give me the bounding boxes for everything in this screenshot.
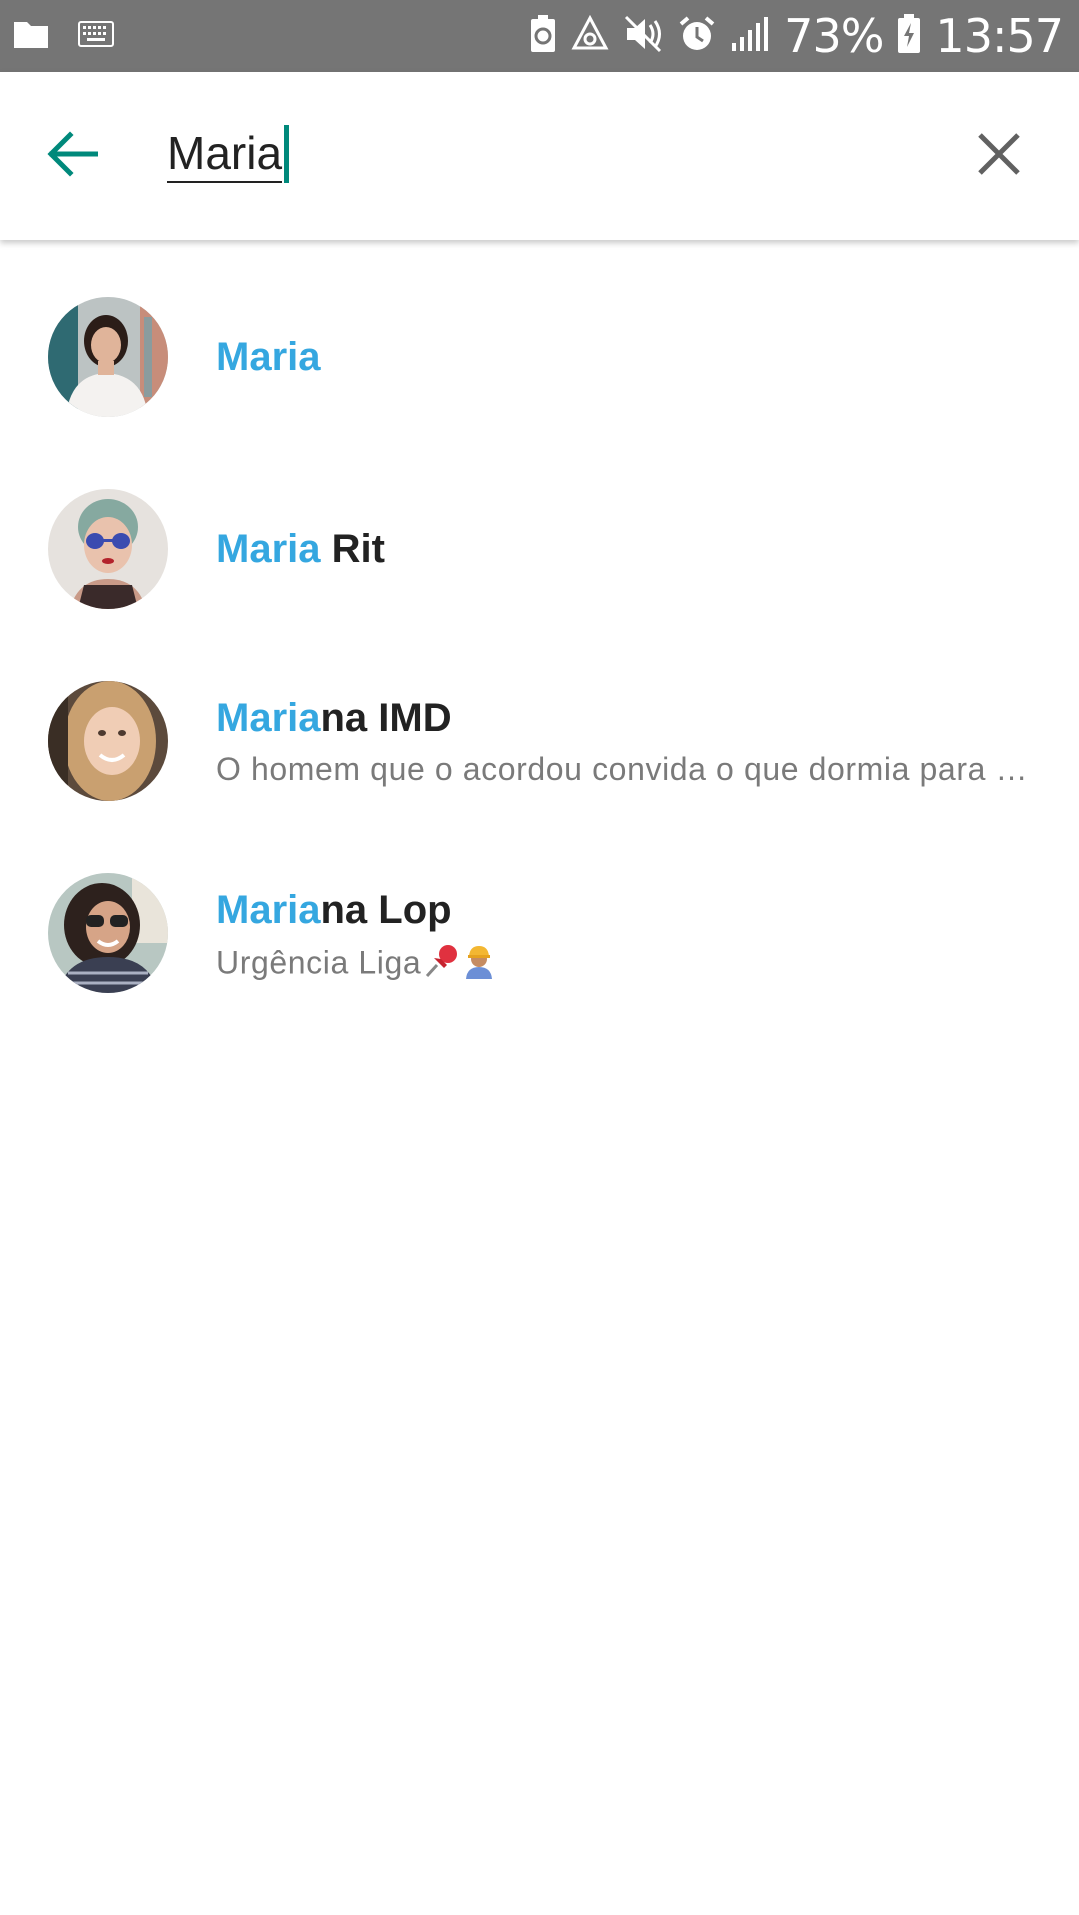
search-results-list: Maria Maria Rit Mariana IMD O homem que …: [0, 240, 1079, 1008]
back-button[interactable]: [36, 120, 108, 192]
search-input-text[interactable]: Maria: [167, 125, 283, 183]
pushpin-icon: [423, 943, 459, 987]
search-bar: Maria: [0, 72, 1079, 240]
name-match-highlight: Maria: [216, 527, 321, 571]
contact-row[interactable]: Maria Rit: [0, 432, 1079, 624]
name-match-highlight: Maria: [216, 696, 321, 740]
contact-row[interactable]: Mariana IMD O homem que o acordou convid…: [0, 624, 1079, 816]
text-caret: [284, 125, 290, 183]
name-match-highlight: Maria: [216, 335, 321, 379]
recycle-icon: [570, 14, 610, 58]
name-remainder: Rit: [320, 527, 385, 571]
contact-row[interactable]: Mariana Lop Urgência Liga: [0, 816, 1079, 1008]
contact-name: Mariana Lop: [216, 888, 1039, 933]
contact-name: Maria: [216, 335, 1039, 380]
name-remainder: na Lop: [320, 888, 452, 932]
contact-status: Urgência Liga: [216, 943, 1039, 987]
contact-row[interactable]: Maria: [0, 240, 1079, 432]
close-icon: [976, 131, 1022, 182]
contact-name: Mariana IMD: [216, 696, 1039, 741]
battery-saver-icon: [530, 14, 556, 58]
avatar: [48, 873, 168, 993]
clear-search-button[interactable]: [959, 116, 1039, 196]
alarm-icon: [678, 15, 716, 58]
avatar: [48, 297, 168, 417]
contact-name: Maria Rit: [216, 527, 1039, 572]
name-remainder: na IMD: [320, 696, 452, 740]
mute-icon: [624, 15, 664, 58]
avatar: [48, 681, 168, 801]
battery-percentage: 73%: [784, 9, 884, 63]
signal-icon: [730, 15, 770, 58]
battery-charging-icon: [897, 13, 921, 59]
name-match-highlight: Maria: [216, 888, 321, 932]
keyboard-icon: [78, 21, 114, 52]
avatar: [48, 489, 168, 609]
construction-worker-icon: [461, 943, 497, 987]
clock: 13:57: [935, 9, 1064, 63]
contact-status: O homem que o acordou convida o que dorm…: [216, 751, 1039, 787]
status-bar: 73% 13:57: [0, 0, 1079, 72]
contact-status-text: Urgência Liga: [216, 944, 422, 981]
search-input[interactable]: Maria: [167, 114, 290, 194]
arrow-left-icon: [46, 130, 99, 182]
folder-icon: [12, 18, 50, 55]
